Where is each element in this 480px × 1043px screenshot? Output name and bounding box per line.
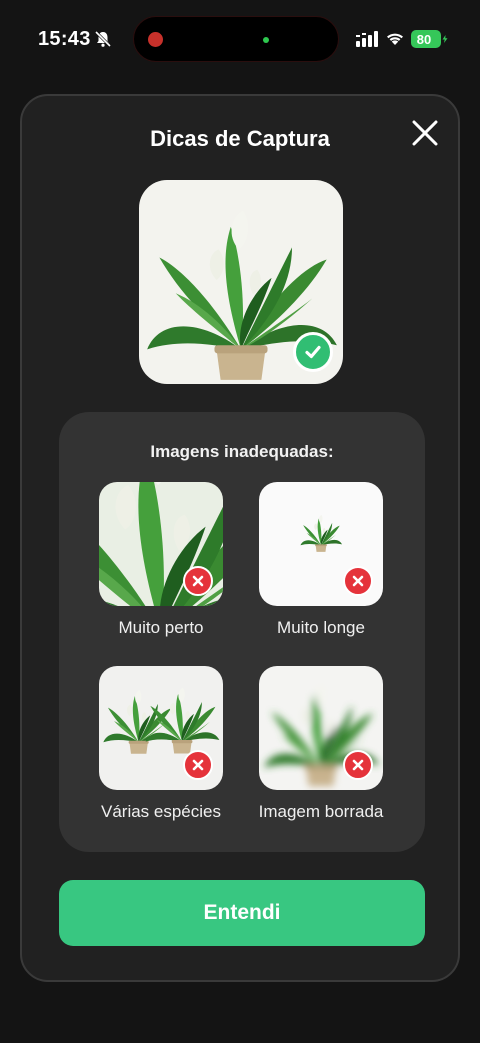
camera-indicator	[263, 37, 269, 43]
recording-indicator	[148, 32, 163, 47]
status-time: 15:43	[38, 28, 91, 50]
wifi-icon	[387, 33, 403, 45]
close-icon[interactable]	[410, 118, 440, 148]
bad-example-blurry: Imagem borrada	[231, 666, 411, 822]
modal-title: Dicas de Captura	[150, 126, 330, 151]
multiple-species-image	[99, 666, 223, 790]
error-x-icon	[343, 566, 373, 596]
bad-example-label: Várias espécies	[100, 802, 221, 821]
cellular-signal-icon	[356, 31, 378, 47]
error-x-icon	[183, 750, 213, 780]
silent-bell-icon	[94, 30, 112, 48]
bad-example-label: Muito longe	[277, 618, 365, 637]
confirm-button[interactable]: Entendi	[59, 880, 425, 946]
too-far-image	[259, 482, 383, 606]
status-bar: 15:43 80	[0, 0, 480, 78]
blurry-image	[259, 666, 383, 790]
bad-example-label: Muito perto	[118, 618, 204, 637]
error-x-icon	[343, 750, 373, 780]
error-x-icon	[183, 566, 213, 596]
capture-tips-modal: Dicas de Captura Imagens inadequadas: Mu…	[20, 94, 460, 982]
charging-bolt-icon	[442, 35, 448, 43]
bad-example-multiple-species: Várias espécies	[71, 666, 251, 822]
dynamic-island	[133, 16, 339, 62]
battery-indicator: 80	[411, 30, 448, 48]
bad-example-too-close: Muito perto	[71, 482, 251, 638]
bad-example-label: Imagem borrada	[258, 802, 384, 821]
bad-images-panel: Imagens inadequadas: Muito perto Muito l…	[59, 412, 425, 852]
bad-images-title: Imagens inadequadas:	[150, 442, 334, 461]
too-close-image	[99, 482, 223, 606]
good-example-image	[139, 180, 343, 384]
bad-example-too-far: Muito longe	[231, 482, 411, 638]
checkmark-icon	[293, 332, 333, 372]
battery-level: 80	[416, 31, 432, 47]
